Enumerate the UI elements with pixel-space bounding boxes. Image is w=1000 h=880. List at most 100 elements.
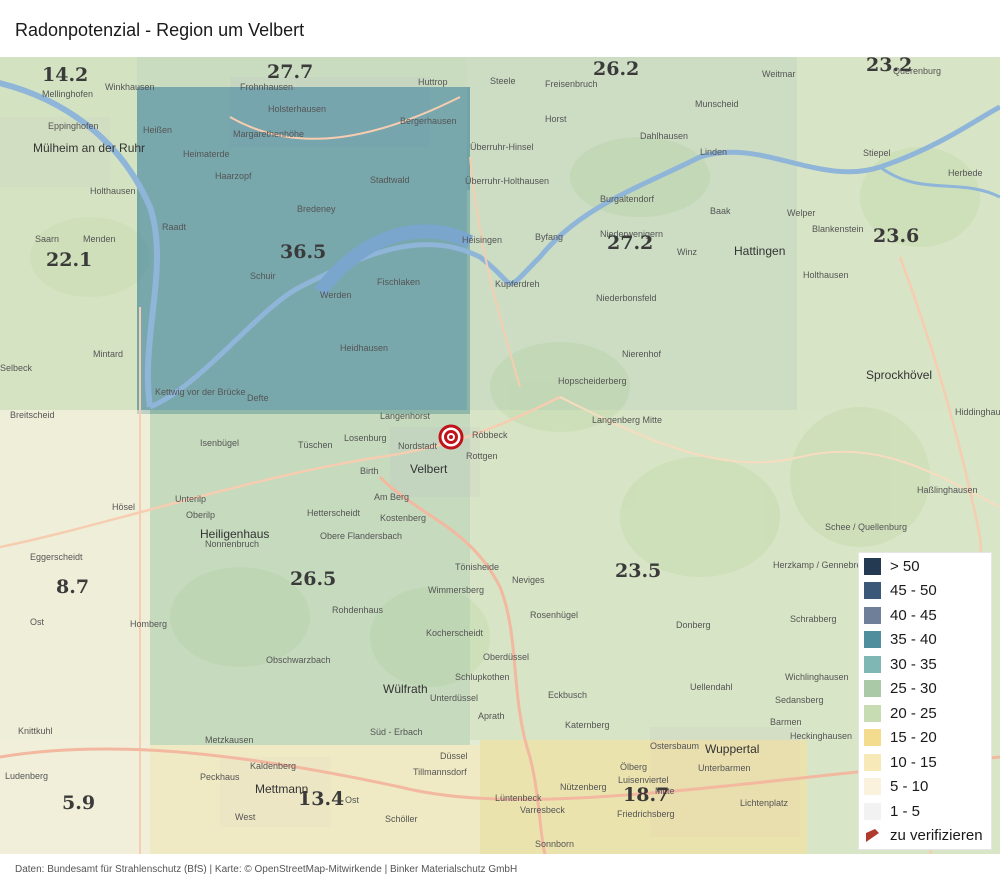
place-label: Freisenbruch xyxy=(545,79,598,89)
place-label: Tüschen xyxy=(298,440,333,450)
place-label: Wülfrath xyxy=(383,682,428,696)
place-label: Heidhausen xyxy=(340,343,388,353)
place-label: Winz xyxy=(677,247,697,257)
place-label: Kostenberg xyxy=(380,513,426,523)
place-label: Blankenstein xyxy=(812,224,864,234)
place-label: Rosenhügel xyxy=(530,610,578,620)
place-label: Neviges xyxy=(512,575,545,585)
place-label: Obschwarzbach xyxy=(266,655,331,665)
place-label: Herzkamp / Gennebreck xyxy=(773,560,871,570)
legend-swatch xyxy=(864,582,881,599)
legend-swatch xyxy=(864,753,881,771)
place-label: Homberg xyxy=(130,619,167,629)
place-label: Barmen xyxy=(770,717,802,727)
legend-label: 1 - 5 xyxy=(890,802,921,820)
place-label: Überruhr-Holthausen xyxy=(465,176,549,186)
radon-value: 27.2 xyxy=(607,232,653,254)
place-label: Frohnhausen xyxy=(240,82,293,92)
place-label: Obere Flandersbach xyxy=(320,531,402,541)
legend-swatch xyxy=(864,729,881,746)
target-marker-icon[interactable] xyxy=(438,424,464,450)
legend-item: 15 - 20 xyxy=(864,728,937,748)
place-label: Losenburg xyxy=(344,433,387,443)
place-label: Baak xyxy=(710,206,731,216)
place-label: Wimmersberg xyxy=(428,585,484,595)
place-label: Margarethenhöhe xyxy=(233,129,304,139)
legend-label: 35 - 40 xyxy=(890,631,937,648)
legend-swatch xyxy=(864,655,881,673)
place-label: Rottgen xyxy=(466,451,498,461)
legend-swatch xyxy=(864,606,881,624)
place-label: Eppinghofen xyxy=(48,121,99,131)
place-label: Eckbusch xyxy=(548,690,587,700)
radon-value: 26.5 xyxy=(290,568,336,590)
place-label: Huttrop xyxy=(418,77,448,87)
place-label: Haarzopf xyxy=(215,171,252,181)
place-label: Schlupkothen xyxy=(455,672,510,682)
radon-value: 36.5 xyxy=(280,241,326,263)
legend-label: 20 - 25 xyxy=(890,704,937,722)
place-label: Unterdüssel xyxy=(430,693,478,703)
attribution-footer: Daten: Bundesamt für Strahlenschutz (BfS… xyxy=(15,864,518,875)
legend-label: 10 - 15 xyxy=(890,753,937,771)
radon-value: 27.7 xyxy=(267,61,313,83)
place-label: Winkhausen xyxy=(105,82,155,92)
legend-swatch xyxy=(864,680,881,697)
place-label: Heimaterde xyxy=(183,149,230,159)
place-label: Breitscheid xyxy=(10,410,55,420)
radon-value: 23.6 xyxy=(873,225,919,247)
place-label: Unterilp xyxy=(175,494,206,504)
place-label: Mellinghofen xyxy=(42,89,93,99)
radon-value: 23.2 xyxy=(866,57,912,76)
place-label: Schuir xyxy=(250,271,276,281)
place-label: Ölberg xyxy=(620,762,647,772)
radon-value: 14.2 xyxy=(42,64,88,86)
place-label: Peckhaus xyxy=(200,772,240,782)
legend-item: 5 - 10 xyxy=(864,777,928,797)
place-label: Menden xyxy=(83,234,116,244)
map-canvas[interactable]: Mellinghofen Winkhausen Frohnhausen Hols… xyxy=(0,57,1000,854)
legend-swatch xyxy=(864,557,881,575)
place-label: Raadt xyxy=(162,222,187,232)
place-label: Linden xyxy=(700,147,727,157)
radon-value: 22.1 xyxy=(46,249,92,271)
legend-item: zu verifizieren xyxy=(864,826,983,846)
place-label: Donberg xyxy=(676,620,711,630)
place-label: Heisingen xyxy=(462,235,502,245)
legend-label: zu verifizieren xyxy=(890,827,983,844)
place-label: Süd - Erbach xyxy=(370,727,423,737)
place-label: Metzkausen xyxy=(205,735,254,745)
place-label: Saarn xyxy=(35,234,59,244)
radon-value: 13.4 xyxy=(298,788,344,810)
place-label: Hiddinghausen xyxy=(955,407,1000,417)
legend-item: 45 - 50 xyxy=(864,581,937,601)
place-label: Nonnenbruch xyxy=(205,539,259,549)
radon-value: 23.5 xyxy=(615,560,661,582)
place-label: Varresbeck xyxy=(520,805,565,815)
place-label: Kettwig vor der Brücke xyxy=(155,387,246,397)
place-label: Rohdenhaus xyxy=(332,605,384,615)
radon-map[interactable]: Mellinghofen Winkhausen Frohnhausen Hols… xyxy=(0,57,1000,854)
place-label: Oberdüssel xyxy=(483,652,529,662)
place-label: Holthausen xyxy=(803,270,849,280)
place-label: Holthausen xyxy=(90,186,136,196)
place-label: Wichlinghausen xyxy=(785,672,849,682)
place-label: Isenbügel xyxy=(200,438,239,448)
place-label: Aprath xyxy=(478,711,505,721)
place-label: Selbeck xyxy=(0,363,33,373)
place-label: Hösel xyxy=(112,502,135,512)
place-label: Mülheim an der Ruhr xyxy=(33,141,145,155)
legend-item: 35 - 40 xyxy=(864,630,937,650)
place-label: Holsterhausen xyxy=(268,104,326,114)
place-label: Welper xyxy=(787,208,815,218)
place-label: West xyxy=(235,812,256,822)
place-label: Bredeney xyxy=(297,204,336,214)
place-label: Byfang xyxy=(535,232,563,242)
place-label: Am Berg xyxy=(374,492,409,502)
place-label: Stadtwald xyxy=(370,175,410,185)
legend-label: 40 - 45 xyxy=(890,606,937,624)
place-label: Heckinghausen xyxy=(790,731,852,741)
place-label: Überruhr-Hinsel xyxy=(470,142,534,152)
legend-item: 1 - 5 xyxy=(864,801,920,821)
legend-item: 20 - 25 xyxy=(864,703,937,723)
